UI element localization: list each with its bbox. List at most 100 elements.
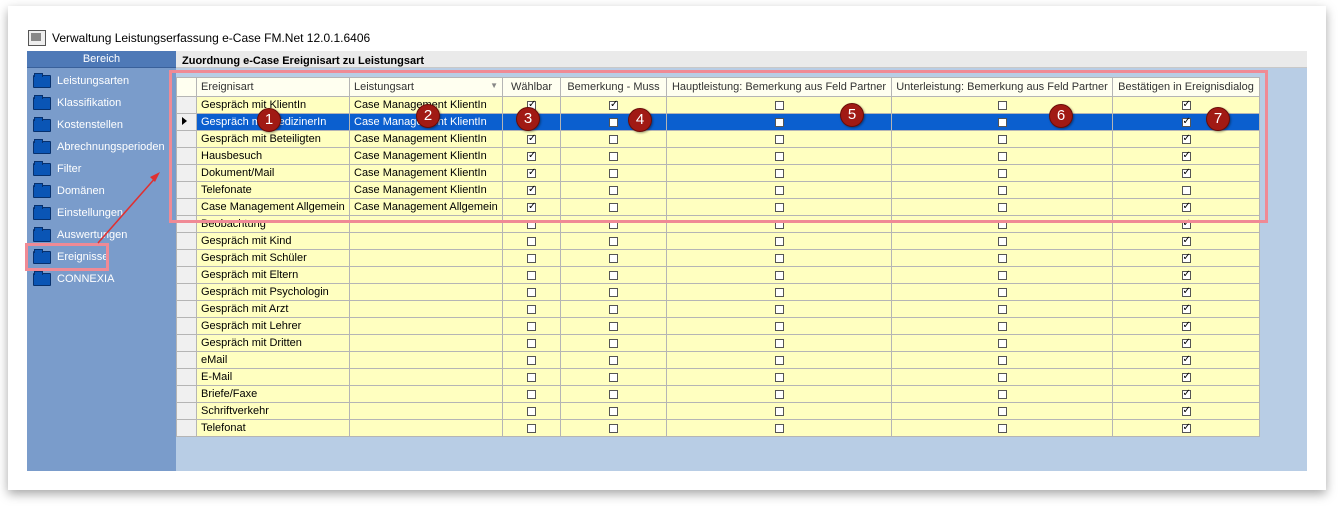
- bemerkung-muss-checkbox[interactable]: [609, 219, 618, 229]
- column-waehlbar[interactable]: Wählbar: [502, 77, 561, 97]
- table-row[interactable]: Schriftverkehr: [176, 402, 1260, 420]
- row-indicator[interactable]: [176, 181, 197, 199]
- hauptleistung-checkbox[interactable]: [774, 355, 784, 365]
- table-row[interactable]: Telefonat: [176, 419, 1260, 437]
- waehlbar-checkbox[interactable]: [527, 253, 536, 263]
- unterleistung-checkbox[interactable]: [997, 219, 1007, 229]
- unterleistung-checkbox[interactable]: [997, 287, 1007, 297]
- row-indicator[interactable]: [176, 402, 197, 420]
- table-row[interactable]: Gespräch mit MedizinerInCase Management …: [176, 113, 1260, 131]
- bemerkung-muss-checkbox[interactable]: [609, 202, 618, 212]
- ereignisart-cell[interactable]: Telefonate: [196, 181, 350, 199]
- bestaetigen-checkbox[interactable]: [1181, 132, 1191, 146]
- leistungsart-cell[interactable]: [349, 283, 503, 301]
- row-indicator[interactable]: [176, 266, 197, 284]
- column-unterleistung[interactable]: Unterleistung: Bemerkung aus Feld Partne…: [891, 77, 1113, 97]
- sidebar-item-domänen[interactable]: Domänen: [27, 182, 105, 200]
- table-row[interactable]: Case Management Allgemein Case Management…: [176, 198, 1260, 216]
- sidebar-item-abrechnungsperioden[interactable]: Abrechnungsperioden: [27, 138, 165, 156]
- bestaetigen-checkbox[interactable]: [1181, 200, 1191, 214]
- leistungsart-cell[interactable]: [349, 334, 503, 352]
- waehlbar-checkbox[interactable]: [527, 321, 536, 331]
- row-indicator[interactable]: [176, 232, 197, 250]
- ereignisart-cell[interactable]: Hausbesuch: [196, 147, 350, 165]
- bestaetigen-checkbox[interactable]: [1181, 319, 1191, 333]
- leistungsart-cell[interactable]: [349, 385, 503, 403]
- bestaetigen-checkbox[interactable]: [1181, 421, 1191, 435]
- row-indicator[interactable]: [176, 249, 197, 267]
- bestaetigen-checkbox[interactable]: [1181, 217, 1191, 231]
- hauptleistung-checkbox[interactable]: [774, 100, 784, 110]
- unterleistung-checkbox[interactable]: [997, 236, 1007, 246]
- bestaetigen-checkbox[interactable]: [1181, 98, 1191, 112]
- bemerkung-muss-checkbox[interactable]: [609, 389, 618, 399]
- bestaetigen-checkbox[interactable]: [1181, 185, 1191, 195]
- bemerkung-muss-checkbox[interactable]: [609, 355, 618, 365]
- bemerkung-muss-checkbox[interactable]: [609, 423, 618, 433]
- table-row[interactable]: Briefe/Faxe: [176, 385, 1260, 403]
- waehlbar-checkbox[interactable]: [527, 287, 536, 297]
- hauptleistung-checkbox[interactable]: [774, 236, 784, 246]
- sidebar-item-auswertungen[interactable]: Auswertungen: [27, 226, 127, 244]
- row-indicator[interactable]: [176, 215, 197, 233]
- row-indicator[interactable]: [176, 300, 197, 318]
- bemerkung-muss-checkbox[interactable]: [609, 185, 618, 195]
- leistungsart-cell[interactable]: [349, 351, 503, 369]
- bemerkung-muss-checkbox[interactable]: [609, 236, 618, 246]
- sidebar-item-connexia[interactable]: CONNEXIA: [27, 270, 114, 288]
- waehlbar-checkbox[interactable]: [527, 200, 536, 214]
- leistungsart-cell[interactable]: [349, 215, 503, 233]
- sidebar-item-kostenstellen[interactable]: Kostenstellen: [27, 116, 123, 134]
- bemerkung-muss-checkbox[interactable]: [609, 151, 618, 161]
- waehlbar-checkbox[interactable]: [527, 355, 536, 365]
- bestaetigen-checkbox[interactable]: [1181, 387, 1191, 401]
- leistungsart-cell[interactable]: Case Management KlientIn: [349, 181, 503, 199]
- bemerkung-muss-checkbox[interactable]: [609, 134, 618, 144]
- ereignisart-cell[interactable]: Gespräch mit Beteiligten: [196, 130, 350, 148]
- leistungsart-cell[interactable]: [349, 249, 503, 267]
- unterleistung-checkbox[interactable]: [997, 321, 1007, 331]
- leistungsart-cell[interactable]: Case Management KlientIn: [349, 164, 503, 182]
- waehlbar-checkbox[interactable]: [527, 406, 536, 416]
- hauptleistung-checkbox[interactable]: [774, 202, 784, 212]
- ereignisart-cell[interactable]: Gespräch mit Psychologin: [196, 283, 350, 301]
- leistungsart-cell[interactable]: Case Management KlientIn: [349, 130, 503, 148]
- bestaetigen-checkbox[interactable]: [1181, 166, 1191, 180]
- ereignisart-cell[interactable]: Gespräch mit Eltern: [196, 266, 350, 284]
- hauptleistung-checkbox[interactable]: [774, 423, 784, 433]
- leistungsart-cell[interactable]: [349, 266, 503, 284]
- waehlbar-checkbox[interactable]: [527, 389, 536, 399]
- unterleistung-checkbox[interactable]: [997, 338, 1007, 348]
- waehlbar-checkbox[interactable]: [527, 236, 536, 246]
- unterleistung-checkbox[interactable]: [997, 406, 1007, 416]
- leistungsart-cell[interactable]: [349, 419, 503, 437]
- hauptleistung-checkbox[interactable]: [774, 406, 784, 416]
- bemerkung-muss-checkbox[interactable]: [609, 372, 618, 382]
- table-row[interactable]: Gespräch mit Kind: [176, 232, 1260, 250]
- hauptleistung-checkbox[interactable]: [774, 151, 784, 161]
- table-row[interactable]: Hausbesuch Case Management KlientIn: [176, 147, 1260, 165]
- unterleistung-checkbox[interactable]: [997, 202, 1007, 212]
- hauptleistung-checkbox[interactable]: [774, 117, 784, 127]
- table-row[interactable]: Gespräch mit Dritten: [176, 334, 1260, 352]
- ereignisart-cell[interactable]: Gespräch mit Arzt: [196, 300, 350, 318]
- hauptleistung-checkbox[interactable]: [774, 338, 784, 348]
- hauptleistung-checkbox[interactable]: [774, 270, 784, 280]
- ereignisart-cell[interactable]: Dokument/Mail: [196, 164, 350, 182]
- ereignisart-cell[interactable]: Gespräch mit Lehrer: [196, 317, 350, 335]
- table-row[interactable]: Gespräch mit Eltern: [176, 266, 1260, 284]
- ereignisart-cell[interactable]: Beobachtung: [196, 215, 350, 233]
- table-row[interactable]: Gespräch mit Lehrer: [176, 317, 1260, 335]
- waehlbar-checkbox[interactable]: [527, 338, 536, 348]
- row-indicator[interactable]: [176, 164, 197, 182]
- sidebar-item-klassifikation[interactable]: Klassifikation: [27, 94, 121, 112]
- bestaetigen-checkbox[interactable]: [1181, 370, 1191, 384]
- table-row[interactable]: Gespräch mit KlientIn Case Management Kli…: [176, 96, 1260, 114]
- unterleistung-checkbox[interactable]: [997, 372, 1007, 382]
- bestaetigen-checkbox[interactable]: [1181, 251, 1191, 265]
- table-row[interactable]: E-Mail: [176, 368, 1260, 386]
- column-ereignisart[interactable]: Ereignisart: [196, 77, 350, 97]
- bemerkung-muss-checkbox[interactable]: [609, 253, 618, 263]
- hauptleistung-checkbox[interactable]: [774, 389, 784, 399]
- unterleistung-checkbox[interactable]: [997, 151, 1007, 161]
